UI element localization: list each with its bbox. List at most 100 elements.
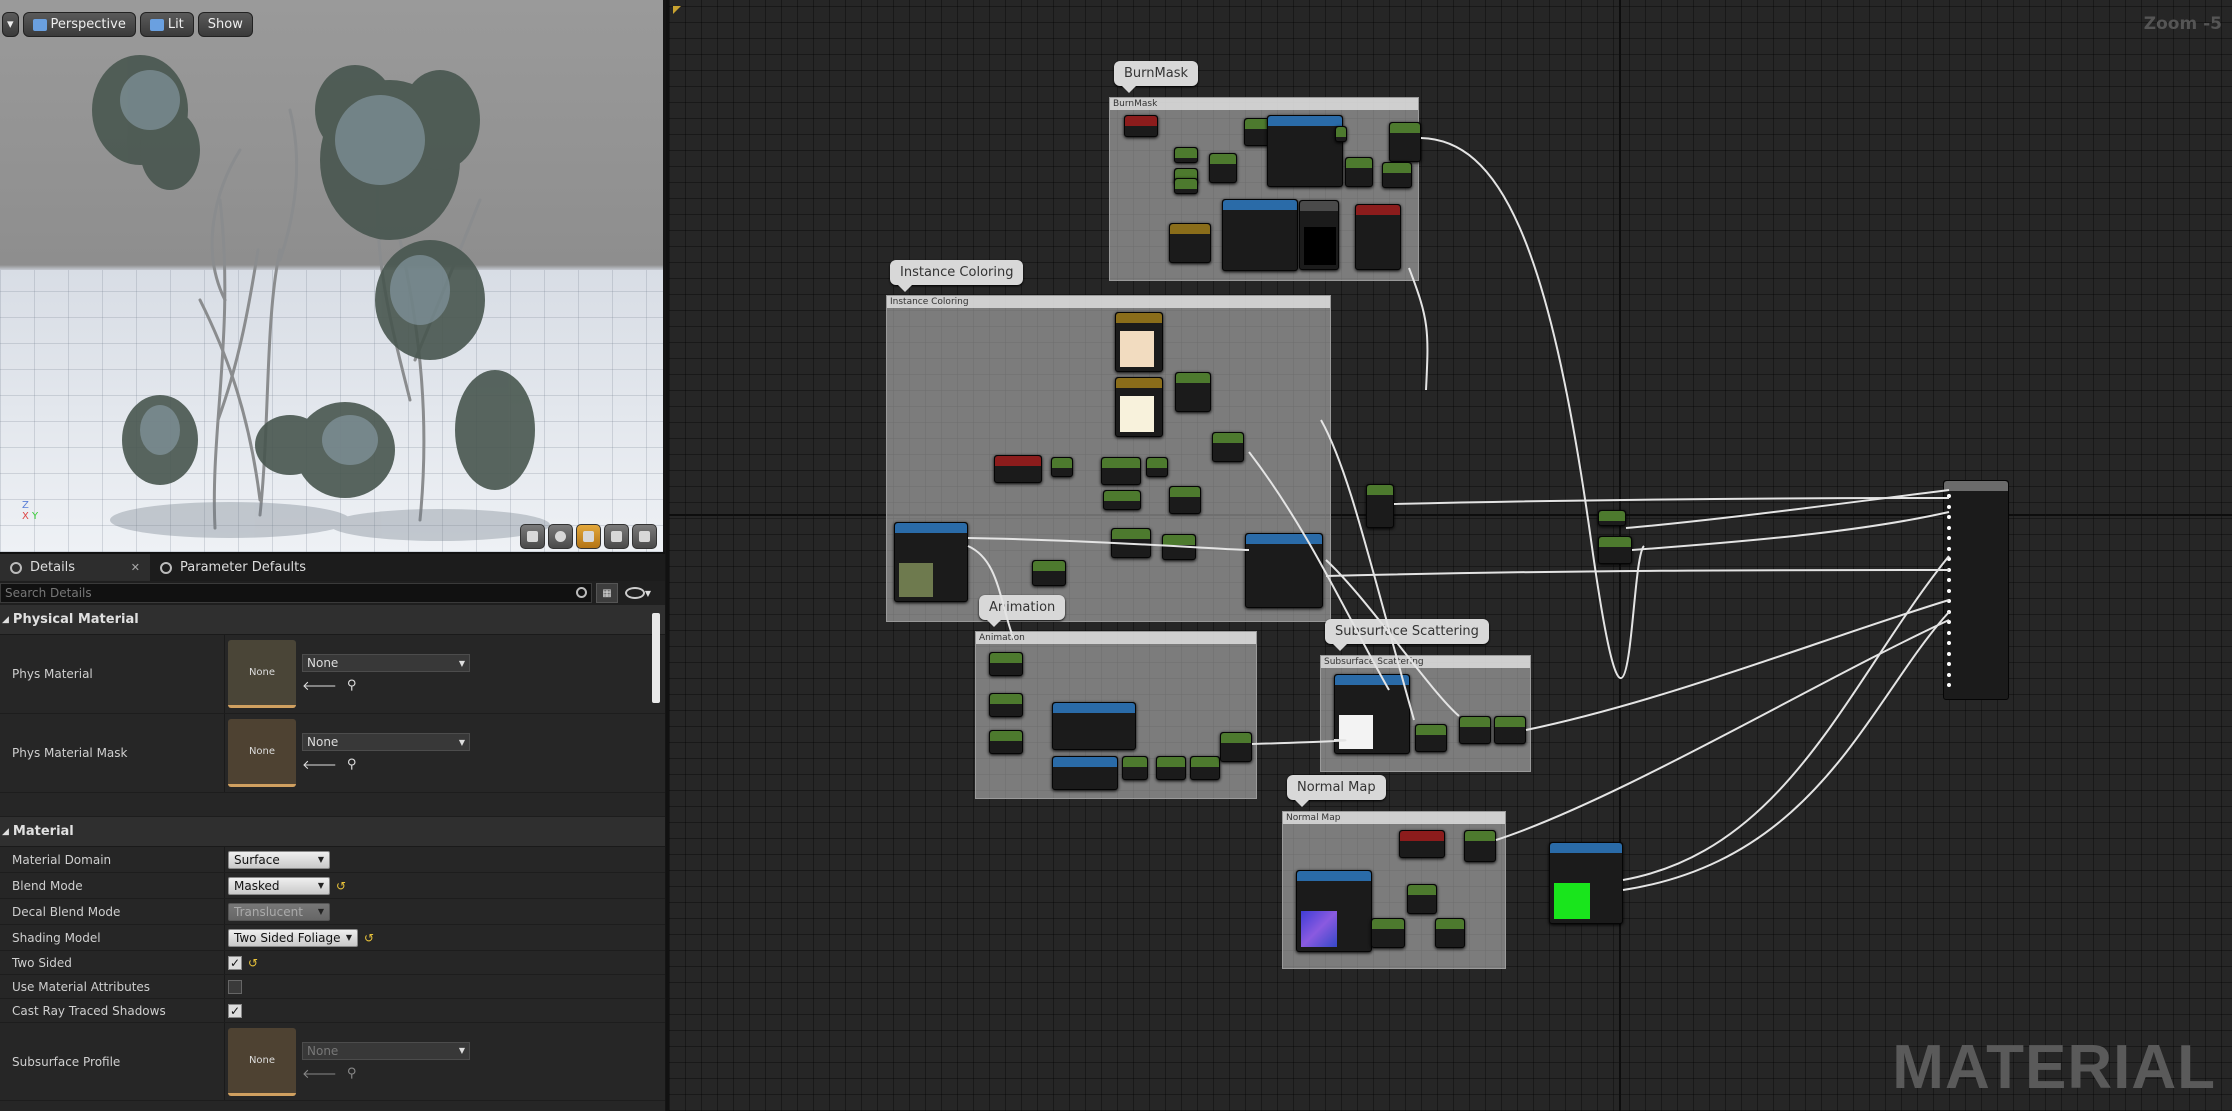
view-options-button[interactable]: ▼ [622,583,654,603]
graph-node[interactable] [1174,178,1198,194]
perspective-button[interactable]: Perspective [22,12,136,37]
output-pin[interactable] [1944,638,2008,649]
reset-to-default-icon[interactable]: ↺ [248,956,258,970]
output-pin[interactable] [1944,659,2008,670]
material-output-node[interactable] [1943,480,2009,700]
two-sided-checkbox[interactable]: ✓ [228,955,242,970]
bubble-normal-map[interactable]: Normal Map [1287,775,1386,807]
graph-node[interactable] [1212,432,1244,462]
viewport-options-button[interactable]: ▾ [2,12,19,37]
graph-node[interactable] [1162,534,1196,560]
preview-cylinder-button[interactable] [520,524,545,549]
graph-node[interactable] [1345,157,1373,187]
use-selected-arrow-icon[interactable]: 🡐 [302,678,337,694]
graph-node[interactable] [1032,560,1066,586]
graph-node-lerp[interactable] [1175,372,1211,412]
reset-to-default-icon[interactable]: ↺ [364,931,374,945]
cast-ray-traced-shadows-checkbox[interactable]: ✓ [228,1003,242,1018]
output-pin[interactable] [1944,565,2008,576]
property-matrix-button[interactable]: ▦ [596,583,618,603]
graph-node-lerp[interactable] [1366,484,1394,528]
graph-node-lerp[interactable] [1389,122,1421,162]
graph-node[interactable] [989,693,1023,717]
graph-node-per-instance-random[interactable] [994,455,1042,483]
graph-node[interactable] [1111,528,1151,558]
graph-node-texture-sample[interactable] [1245,533,1323,608]
graph-node[interactable] [1103,490,1141,510]
preview-cube-button[interactable] [604,524,629,549]
preview-plane-button[interactable] [576,524,601,549]
output-pin[interactable] [1944,512,2008,523]
bubble-instance-coloring[interactable]: Instance Coloring [890,260,1024,292]
close-tab-icon[interactable]: ✕ [131,561,140,574]
graph-node[interactable] [1435,918,1465,948]
output-pin[interactable] [1944,533,2008,544]
show-button[interactable]: Show [197,12,253,37]
graph-node[interactable] [1220,732,1252,762]
graph-node[interactable] [1209,153,1237,183]
output-pin[interactable] [1944,617,2008,628]
graph-node[interactable] [1459,716,1491,744]
use-material-attributes-checkbox[interactable] [228,979,242,994]
preview-mesh-button[interactable] [632,524,657,549]
graph-node-texture-sample[interactable] [1267,115,1343,187]
bubble-burnmask[interactable]: BurnMask [1114,61,1198,93]
graph-node-param-preview[interactable] [1299,200,1339,270]
output-pin[interactable] [1944,491,2008,502]
output-pin[interactable] [1944,586,2008,597]
output-pin[interactable] [1944,596,2008,607]
graph-node[interactable] [1382,162,1412,188]
graph-node[interactable] [1174,147,1198,163]
output-pin[interactable] [1944,554,2008,565]
graph-node[interactable] [1598,536,1632,564]
graph-node-two-sided-sign[interactable] [1399,830,1445,858]
category-material[interactable]: ◢ Material [0,817,665,847]
use-selected-arrow-icon[interactable]: 🡐 [302,757,337,773]
graph-node[interactable] [1464,830,1496,862]
output-pin[interactable] [1944,680,2008,691]
graph-node-texture-sample[interactable] [1549,842,1623,924]
graph-node-texture-sample[interactable] [1334,674,1410,754]
search-details-input[interactable]: Search Details [0,583,592,603]
graph-node[interactable] [1169,223,1211,263]
graph-node-texture-sample[interactable] [1296,870,1372,952]
output-pin[interactable] [1944,628,2008,639]
reset-to-default-icon[interactable]: ↺ [336,879,346,893]
preview-sphere-button[interactable] [548,524,573,549]
graph-node[interactable] [1415,724,1447,752]
browse-search-icon[interactable]: ⚲ [347,678,357,694]
graph-node[interactable] [1122,756,1148,780]
material-graph-canvas[interactable]: Zoom -5 BurnMask Instance Coloring Anima… [666,0,2232,1111]
graph-node[interactable] [1169,486,1201,514]
output-pin[interactable] [1944,649,2008,660]
phys-material-thumbnail[interactable]: None [228,640,296,708]
graph-node-param[interactable] [1115,312,1163,372]
graph-node[interactable] [1598,510,1626,526]
bubble-animation[interactable]: Animation [979,595,1066,627]
material-preview-viewport[interactable]: ▾ Perspective Lit Show Z X Y [0,0,663,552]
output-pin[interactable] [1944,544,2008,555]
graph-node[interactable] [1335,126,1347,142]
graph-node-texture-sample[interactable] [1222,199,1298,271]
phys-material-mask-combo[interactable]: None [302,733,470,751]
graph-node-simple-grass-wind[interactable] [1052,702,1136,750]
graph-node[interactable] [1146,457,1168,477]
graph-node[interactable] [1407,884,1437,914]
phys-material-combo[interactable]: None [302,654,470,672]
graph-node-linear-gradient[interactable] [1052,756,1118,790]
browse-search-icon[interactable]: ⚲ [347,757,357,773]
lit-button[interactable]: Lit [139,12,194,37]
category-physical-material[interactable]: ◢ Physical Material [0,605,665,635]
tab-details[interactable]: Details ✕ [0,554,150,581]
graph-node-param[interactable] [1115,377,1163,437]
graph-node[interactable] [1156,756,1186,780]
output-pin[interactable] [1944,607,2008,618]
output-pin[interactable] [1944,575,2008,586]
graph-node[interactable] [1101,457,1141,485]
graph-node[interactable] [989,652,1023,676]
subsurface-profile-thumbnail[interactable]: None [228,1027,296,1096]
graph-node[interactable] [1124,115,1158,137]
phys-material-mask-thumbnail[interactable]: None [228,719,296,787]
output-pin[interactable] [1944,523,2008,534]
output-pin[interactable] [1944,670,2008,681]
